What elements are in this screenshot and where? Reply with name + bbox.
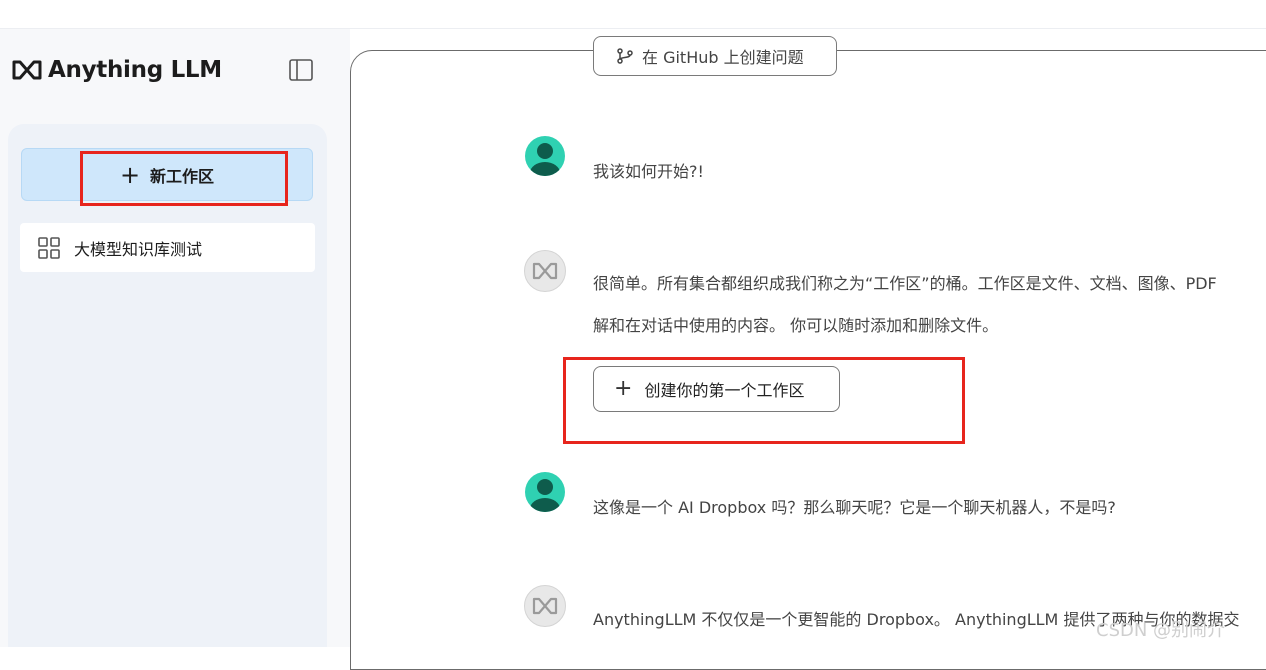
user-message: 我该如何开始?!	[593, 162, 704, 181]
new-workspace-button[interactable]: + 新工作区	[21, 148, 313, 201]
create-first-workspace-button[interactable]: + 创建你的第一个工作区	[593, 366, 840, 412]
watermark: CSDN @别闹介	[1096, 620, 1226, 641]
anythingllm-logo-icon	[532, 262, 558, 280]
assistant-message-line: 解和在对话中使用的内容。 你可以随时添加和删除文件。	[593, 316, 999, 335]
user-avatar	[525, 472, 565, 512]
app-name: Anything LLM	[48, 57, 222, 83]
app-logo: Anything LLM	[12, 56, 222, 84]
grid-icon	[38, 236, 60, 259]
plus-icon: +	[614, 376, 633, 401]
chat-panel	[350, 50, 1266, 670]
anythingllm-logo-icon	[12, 60, 42, 80]
user-message: 这像是一个 AI Dropbox 吗？那么聊天呢？它是一个聊天机器人，不是吗?	[593, 498, 1116, 517]
git-branch-icon	[617, 48, 633, 64]
plus-icon: +	[119, 160, 141, 189]
anythingllm-logo-icon	[532, 597, 558, 615]
create-first-workspace-label: 创建你的第一个工作区	[644, 381, 805, 400]
user-avatar	[525, 136, 565, 176]
github-issue-button[interactable]: 在 GitHub 上创建问题	[593, 36, 837, 76]
github-issue-label: 在 GitHub 上创建问题	[642, 48, 804, 67]
workspace-panel	[8, 124, 327, 647]
assistant-avatar	[524, 250, 566, 292]
new-workspace-label: 新工作区	[150, 166, 215, 186]
workspace-name: 大模型知识库测试	[74, 239, 203, 259]
assistant-message-line: 很简单。所有集合都组织成我们称之为“工作区”的桶。工作区是文件、文档、图像、PD…	[593, 274, 1217, 293]
sidebar-toggle-icon[interactable]	[289, 59, 313, 81]
assistant-avatar	[524, 585, 566, 627]
workspace-item[interactable]: 大模型知识库测试	[20, 223, 315, 272]
